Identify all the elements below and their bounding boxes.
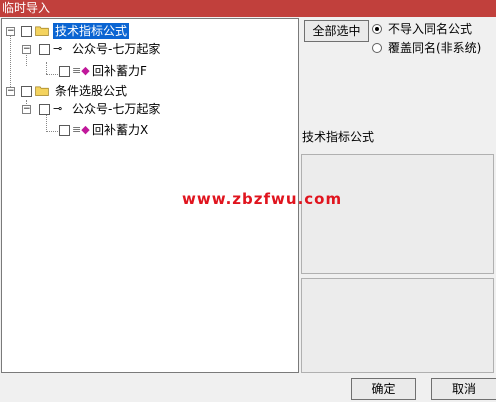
cancel-button[interactable]: 取消	[431, 378, 496, 400]
preview-title: 技术指标公式	[302, 130, 375, 144]
collapse-expander[interactable]: −	[6, 87, 15, 96]
ok-button[interactable]: 确定	[351, 378, 416, 400]
formula-icon: ≡◆	[72, 123, 90, 136]
folder-icon	[35, 26, 49, 36]
checkbox[interactable]	[59, 66, 70, 77]
tree-connector	[26, 52, 27, 66]
collapse-expander[interactable]: −	[22, 105, 31, 114]
folder-icon	[35, 86, 49, 96]
collapse-expander[interactable]: −	[6, 27, 15, 36]
description-panel	[301, 278, 494, 373]
preview-panel	[301, 154, 494, 274]
tree-node-label: 公众号-七万起家	[72, 102, 161, 116]
key-icon: ⊸	[53, 102, 63, 115]
tree-node-label: 条件选股公式	[55, 84, 128, 98]
radio-label: 不导入同名公式	[388, 22, 473, 36]
checkbox[interactable]	[21, 26, 32, 37]
radio-label: 覆盖同名(非系统)	[388, 41, 482, 55]
tree-connector	[10, 36, 11, 93]
key-icon: ⊸	[53, 42, 63, 55]
tree-node-label: 回补蓄力X	[92, 123, 149, 137]
watermark: www.zbzfwu.com	[182, 190, 343, 208]
radio-button[interactable]	[372, 43, 382, 53]
tree-node-label: 技术指标公式	[53, 23, 130, 39]
checkbox[interactable]	[59, 125, 70, 136]
tree-connector	[46, 62, 47, 74]
select-all-button[interactable]: 全部选中	[304, 20, 369, 42]
collapse-expander[interactable]: −	[22, 45, 31, 54]
checkbox[interactable]	[39, 44, 50, 55]
tree-connector	[46, 131, 58, 132]
radio-button[interactable]	[372, 24, 382, 34]
window-title: 临时导入	[0, 0, 496, 17]
tree-connector	[46, 74, 58, 75]
checkbox[interactable]	[39, 104, 50, 115]
formula-icon: ≡◆	[72, 64, 90, 77]
tree-node-label: 回补蓄力F	[92, 64, 147, 78]
checkbox[interactable]	[21, 86, 32, 97]
tree-node-label: 公众号-七万起家	[72, 42, 161, 56]
